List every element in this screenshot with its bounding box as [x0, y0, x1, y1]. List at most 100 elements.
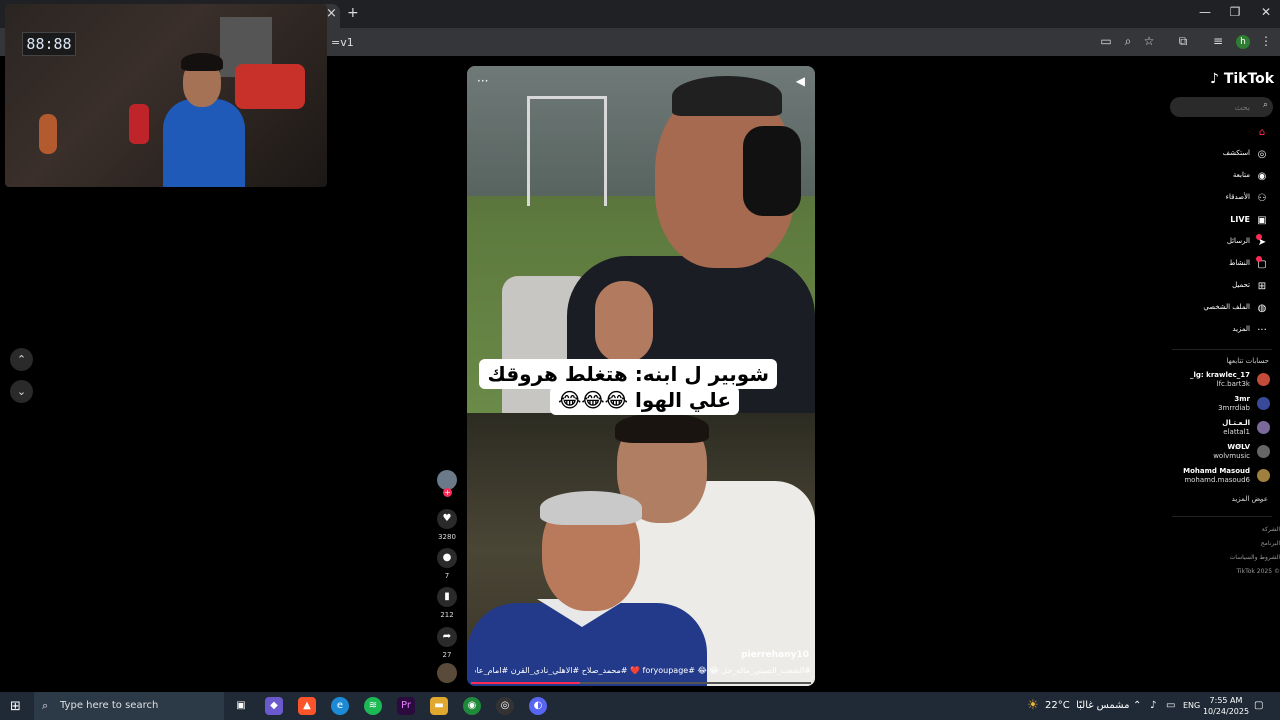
chevron-down-icon[interactable]: ⌄ [1257, 494, 1264, 503]
video-progress-bar[interactable] [471, 682, 811, 684]
account-handle: elattal1 [1223, 428, 1250, 436]
close-window-button[interactable]: ✕ [1256, 5, 1276, 19]
sidebar-item-messages[interactable]: ➤ الرسائل [1160, 234, 1272, 252]
footer-link[interactable]: الشروط والسياسات [1230, 554, 1280, 561]
followed-account[interactable]: WØLV wolvmusic [1170, 441, 1272, 463]
taskbar-search[interactable]: ⌕ Type here to search [34, 692, 224, 720]
sidebar-item-compass[interactable]: ◎ استكشف [1160, 146, 1272, 164]
sidebar-item-live[interactable]: ▣ LIVE [1160, 212, 1272, 230]
footer-link[interactable]: البرنامج [1261, 540, 1280, 547]
zoom-icon[interactable]: ⌕ [1120, 34, 1136, 49]
streamer [163, 53, 245, 187]
language-indicator[interactable]: ENG [1183, 701, 1200, 710]
sidebar-divider [1172, 516, 1272, 517]
media-controls-icon[interactable]: ≡ [1210, 34, 1226, 48]
more-options-icon[interactable]: ··· [477, 74, 488, 88]
search-icon[interactable]: ⌕ [1263, 100, 1268, 110]
sidebar-item-label: الأصدقاء [1225, 193, 1250, 201]
chrome-icon[interactable]: ◉ [463, 697, 481, 715]
share-action[interactable]: ➦ 27 [437, 627, 457, 659]
comment-icon[interactable]: ● [437, 548, 457, 568]
account-handle: wolvmusic [1213, 452, 1250, 460]
sidebar-item-profile[interactable]: ◍ الملف الشخصي [1160, 300, 1272, 318]
followed-account[interactable]: 3mr 3mrrdiab [1170, 393, 1272, 415]
account-name: الـعـتـال [1222, 419, 1250, 427]
profile-icon: ◍ [1257, 303, 1267, 314]
video-bottom-frame: pierrehany10 [467, 413, 815, 686]
heart-icon[interactable]: ♥ [437, 509, 457, 529]
volume-icon[interactable]: ♪ [1150, 700, 1156, 711]
search-bar[interactable]: ⌕ [1170, 97, 1273, 117]
sidebar-item-following[interactable]: ◉ متابعة [1160, 168, 1272, 186]
tray-chevron-icon[interactable]: ⌃ [1133, 700, 1141, 711]
logo-text: TikTok [1223, 71, 1275, 87]
share-icon[interactable]: ➦ [437, 627, 457, 647]
next-video-button[interactable]: ⌄ [10, 380, 33, 403]
microphone [129, 104, 149, 144]
more-icon: ··· [1257, 325, 1267, 336]
comment-action[interactable]: ● 7 [437, 548, 457, 580]
spotify-icon[interactable]: ≋ [364, 697, 382, 715]
new-tab-button[interactable]: + [347, 5, 359, 21]
like-action[interactable]: ♥ 3280 [437, 509, 457, 541]
friends-icon: ⚇ [1257, 193, 1267, 204]
notification-dot [1256, 234, 1262, 240]
account-handle: mohamd.masoud6 [1184, 476, 1250, 484]
network-icon[interactable]: ▭ [1166, 700, 1175, 711]
edge-icon[interactable]: e [331, 697, 349, 715]
footer-link[interactable]: © 2025 TikTok [1236, 568, 1280, 575]
sidebar-item-more[interactable]: ··· المزيد [1160, 322, 1272, 340]
discord-icon[interactable]: ◐ [529, 697, 547, 715]
url-field[interactable]: =v1 [331, 36, 354, 49]
search-input[interactable] [1178, 100, 1250, 114]
sidebar-item-home[interactable]: ⌂ [1160, 124, 1272, 142]
upload-icon: ⊞ [1257, 281, 1267, 292]
save-action[interactable]: ▮ 212 [437, 587, 457, 619]
maximize-button[interactable]: ❐ [1225, 5, 1245, 19]
weather-widget[interactable]: 22°C مشمس غالبًا [1045, 700, 1129, 711]
followed-account[interactable]: _lg: krawlec_17 lfc.bart3k [1170, 369, 1272, 391]
cast-icon[interactable]: ▭ [1098, 34, 1114, 48]
windows-start-icon[interactable]: ⊞ [10, 699, 21, 714]
brave-icon[interactable]: ▲ [298, 697, 316, 715]
account-avatar [1257, 397, 1270, 410]
video-hashtags[interactable]: #الشعب_الصيني_ماله_حل 😂 😂 #foryoupage ❤️… [475, 666, 811, 675]
bookmark-icon[interactable]: ▮ [437, 587, 457, 607]
sidebar-item-friends[interactable]: ⚇ الأصدقاء [1160, 190, 1272, 208]
tiktok-note-icon: ♪ [1210, 71, 1219, 87]
minimize-button[interactable]: — [1195, 5, 1215, 19]
bookmark-star-icon[interactable]: ☆ [1141, 34, 1157, 48]
tiktok-logo[interactable]: ♪ TikTok [1210, 71, 1274, 87]
followed-account[interactable]: الـعـتـال elattal1 [1170, 417, 1272, 439]
sidebar-item-label: متابعة [1232, 171, 1250, 179]
premiere-icon[interactable]: Pr [397, 697, 415, 715]
taskbar-clock[interactable]: 7:55 AM 10/24/2025 [1202, 695, 1250, 717]
previous-video-button[interactable]: ⌃ [10, 348, 33, 371]
video-player[interactable]: pierrehany10 شوبير ل ابنه: هتغلط هروقك ع… [467, 66, 815, 686]
browser-menu-icon[interactable]: ⋮ [1258, 34, 1274, 48]
sidebar-divider [1172, 349, 1272, 350]
obs-icon[interactable]: ◎ [496, 697, 514, 715]
music-disc-icon[interactable] [437, 663, 457, 683]
account-avatar [1257, 469, 1270, 482]
comment-count: 7 [444, 572, 450, 580]
notification-icon[interactable]: ▢ [1254, 700, 1263, 711]
profile-avatar[interactable]: h [1236, 35, 1250, 49]
followed-account[interactable]: Mohamd Masoud mohamd.masoud6 [1170, 465, 1272, 487]
sidebar-item-label: LIVE [1230, 215, 1250, 224]
account-name: WØLV [1227, 443, 1250, 451]
notification-dot [1256, 256, 1262, 262]
footer-link[interactable]: الشركة [1262, 526, 1280, 533]
sound-icon[interactable]: ◀ [796, 74, 805, 88]
extensions-icon[interactable]: ⧉ [1175, 34, 1191, 49]
video-caption: شوبير ل ابنه: هتغلط هروقك علي الهوا 😂😂😂 [479, 359, 777, 415]
tab-close-icon[interactable]: × [326, 6, 337, 21]
follow-button[interactable]: + [443, 488, 452, 497]
copilot-icon[interactable]: ◆ [265, 697, 283, 715]
author-avatar[interactable] [437, 470, 457, 490]
account-avatar [1257, 421, 1270, 434]
file-explorer-icon[interactable]: ▬ [430, 697, 448, 715]
sidebar-item-activity[interactable]: ▢ النشاط [1160, 256, 1272, 274]
task-view-icon[interactable]: ▣ [232, 697, 250, 715]
sidebar-item-upload[interactable]: ⊞ تحميل [1160, 278, 1272, 296]
